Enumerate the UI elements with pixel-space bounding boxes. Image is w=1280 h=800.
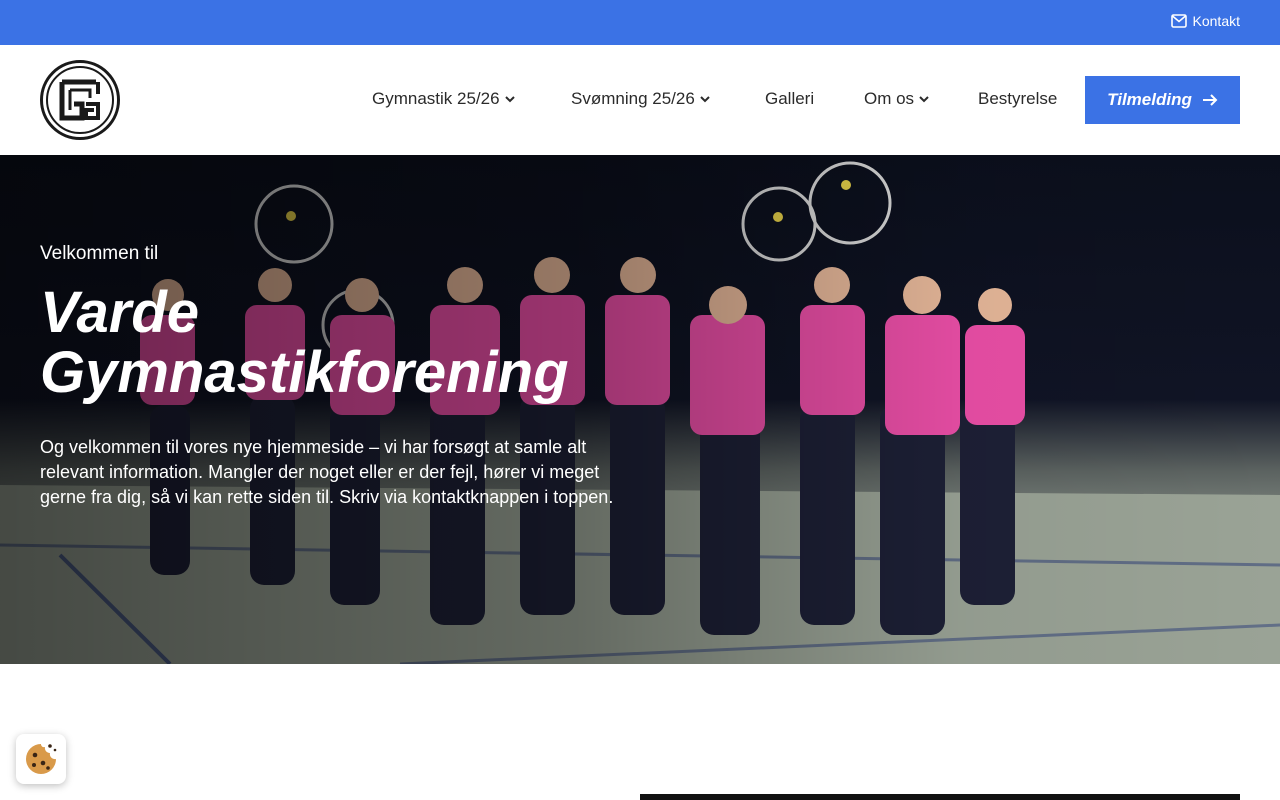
nav-item-gymnastik[interactable]: Gymnastik 25/26 (372, 89, 516, 109)
nav-item-bestyrelse[interactable]: Bestyrelse (978, 89, 1057, 109)
cookie-icon (26, 744, 57, 774)
hero-title: Varde Gymnastikforening (40, 283, 680, 403)
nav-item-label: Galleri (765, 89, 815, 108)
contact-label: Kontakt (1192, 13, 1240, 29)
hero-overlay (0, 155, 1280, 664)
chevron-down-icon (700, 96, 710, 103)
nav-item-label: Om os (864, 89, 915, 108)
content-image-top-edge (640, 794, 1240, 800)
envelope-icon (1170, 14, 1187, 28)
arrow-right-icon (1202, 94, 1218, 106)
hero-title-line-2: Gymnastikforening (40, 340, 569, 405)
nav-item-svomning[interactable]: Svømning 25/26 (571, 89, 711, 109)
nav-item-label: Gymnastik 25/26 (372, 89, 500, 108)
contact-link[interactable]: Kontakt (1170, 13, 1240, 29)
hero-title-line-1: Varde (40, 280, 200, 345)
top-bar: Kontakt (0, 0, 1280, 45)
hero-intro-text: Og velkommen til vores nye hjemmeside – … (40, 437, 614, 507)
chevron-down-icon (504, 96, 515, 103)
nav-item-om-os[interactable]: Om os (864, 89, 930, 109)
site-header: Gymnastik 25/26 Svømning 25/26 Galleri O… (0, 45, 1280, 155)
hero-section: Velkommen til Varde Gymnastikforening Og… (0, 155, 1280, 664)
chevron-down-icon (919, 96, 929, 103)
nav-item-label: Bestyrelse (978, 89, 1058, 108)
signup-button-label: Tilmelding (1107, 90, 1192, 109)
cookie-settings-button[interactable] (16, 734, 66, 784)
nav-item-galleri[interactable]: Galleri (765, 89, 814, 109)
hero-pretitle: Velkommen til (40, 243, 159, 264)
nav-item-label: Svømning 25/26 (571, 89, 695, 108)
signup-button[interactable]: Tilmelding (1085, 76, 1240, 124)
